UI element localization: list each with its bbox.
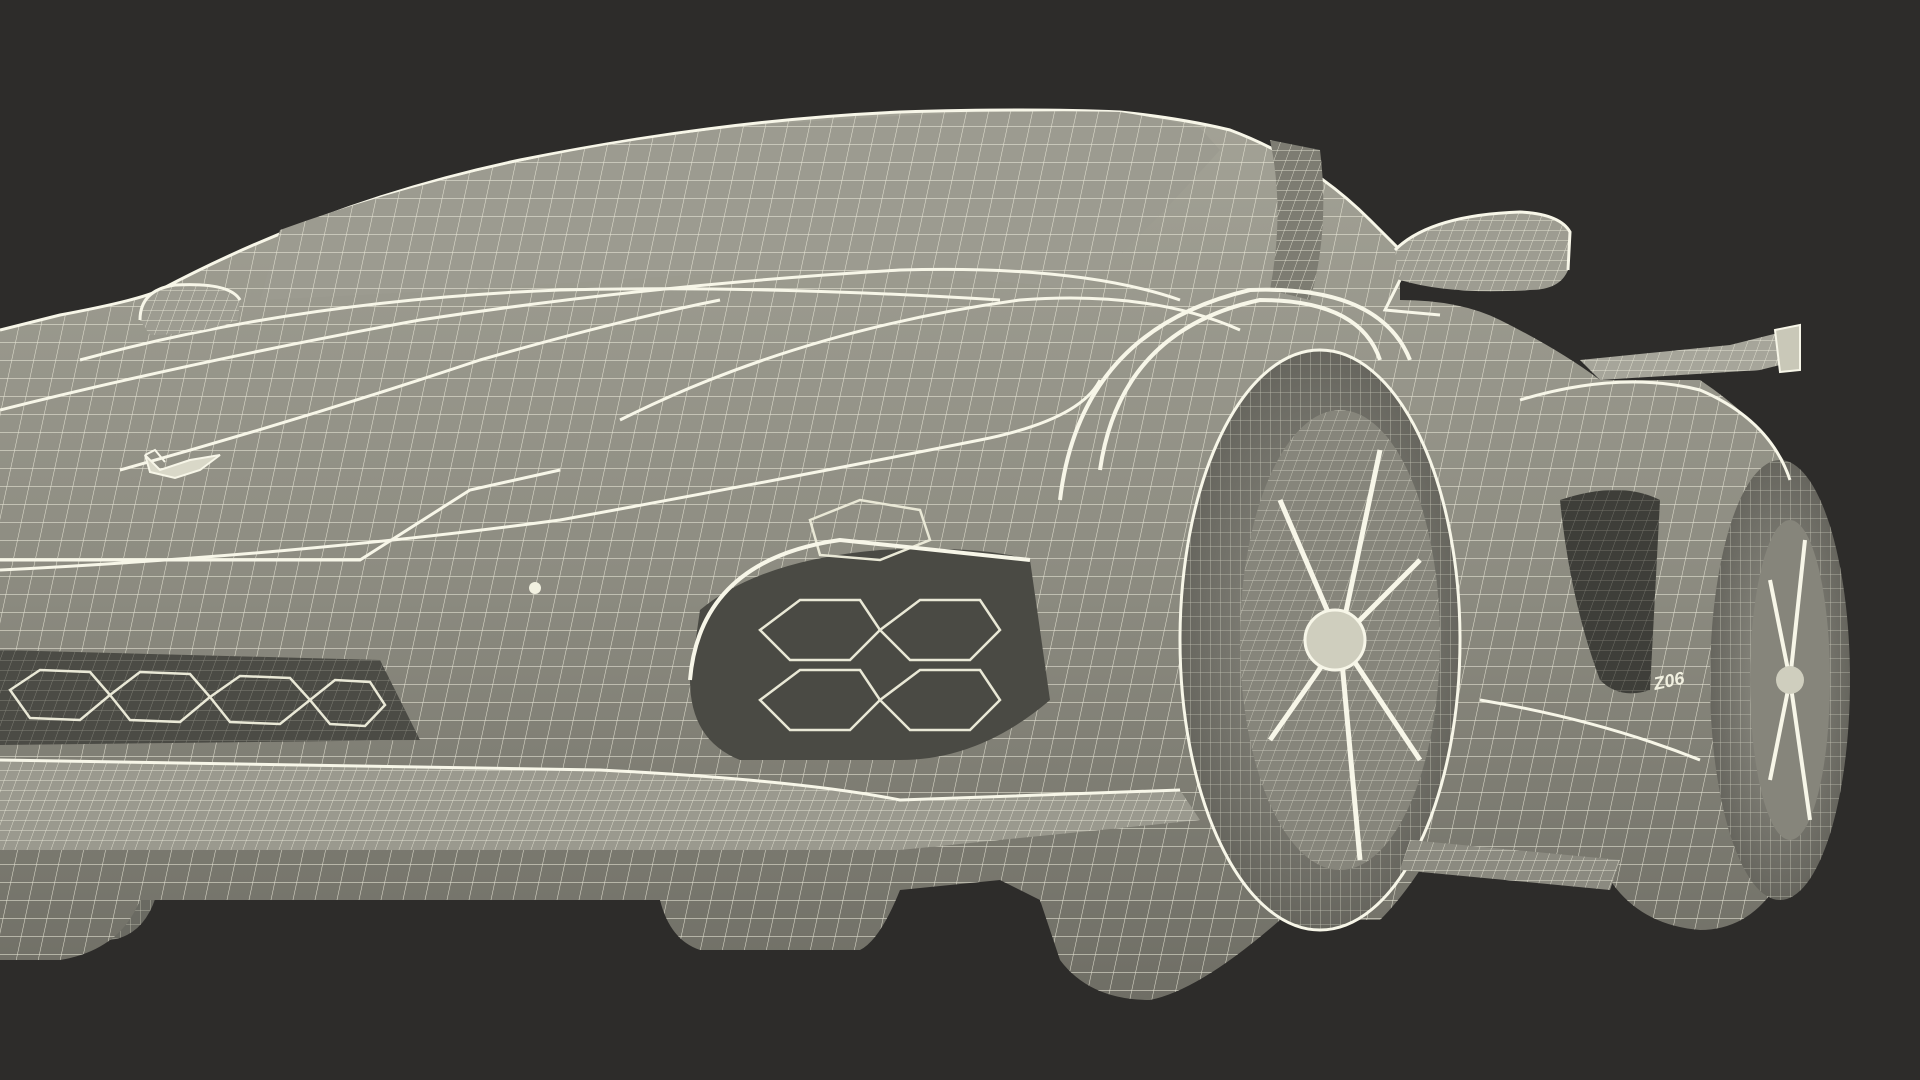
render-viewport: Z06 — [0, 0, 1920, 1080]
wheel-hub — [1303, 608, 1367, 672]
car-wireframe-render: Z06 — [0, 0, 1920, 1080]
rear-wheel — [1710, 460, 1850, 900]
bumper-fastener — [529, 582, 541, 594]
front-grille — [0, 650, 420, 745]
